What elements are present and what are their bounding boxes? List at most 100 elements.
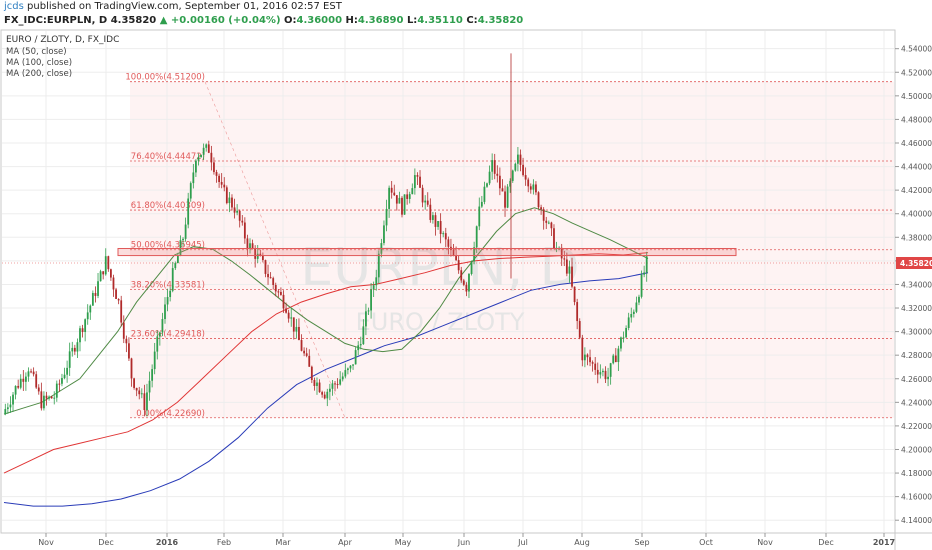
candle-body	[365, 311, 367, 327]
candle-body	[529, 186, 532, 190]
fib-label: 76.40%(4.44472)	[131, 152, 205, 162]
candle-body	[48, 396, 50, 399]
candle-body	[35, 374, 38, 388]
candle-body	[182, 238, 184, 241]
candle-body	[110, 269, 112, 278]
candle-body	[434, 215, 437, 227]
candle-body	[187, 198, 190, 225]
candle-body	[359, 344, 362, 346]
legend-ma50[interactable]: MA (50, close)	[6, 47, 67, 57]
candle-body	[215, 172, 218, 176]
candle-body	[233, 207, 236, 213]
candle-body	[30, 371, 32, 373]
fib-label: 100.00%(4.51200)	[125, 73, 205, 83]
candle-body	[22, 378, 25, 382]
candle-body	[620, 337, 622, 349]
y-tick-label: 4.40000	[901, 210, 932, 219]
candle-body	[238, 210, 241, 221]
candle-body	[501, 188, 504, 192]
candle-body	[576, 302, 579, 322]
candle-body	[84, 319, 87, 332]
x-tick-label: Jun	[457, 538, 471, 547]
candle-body	[352, 364, 354, 366]
y-tick-label: 4.38000	[901, 233, 932, 242]
candle-body	[97, 281, 99, 296]
candle-body	[493, 160, 496, 174]
candle-body	[465, 284, 468, 292]
resistance-zone[interactable]	[117, 247, 737, 257]
candle-body	[213, 162, 215, 173]
candle-body	[76, 342, 79, 352]
fib-label: 0.00%(4.22690)	[136, 409, 205, 419]
candle-body	[81, 328, 84, 332]
candle-body	[419, 176, 421, 188]
y-tick-label: 4.22000	[901, 422, 932, 431]
candle-body	[14, 385, 17, 395]
candle-body	[171, 268, 174, 291]
x-tick-label: Apr	[338, 538, 353, 547]
candle-body	[261, 255, 264, 261]
x-tick-label: Dec	[818, 538, 833, 547]
candle-body	[390, 187, 393, 193]
chart-title: EURO / ZLOTY, D, FX_IDC	[6, 35, 119, 45]
candle-body	[596, 369, 599, 375]
candle-body	[112, 277, 115, 290]
resistance-zone-box[interactable]	[117, 247, 737, 257]
candle-body	[241, 220, 244, 223]
x-tick-label: 2016	[156, 538, 179, 547]
price-chart[interactable]: EURPLN, D EURO / ZLOTY 100.00%(4.51200)7…	[0, 0, 932, 550]
candle-body	[120, 300, 123, 323]
candle-body	[602, 370, 604, 373]
legend-ma100[interactable]: MA (100, close)	[6, 58, 72, 68]
candle-body	[277, 291, 280, 293]
candle-body	[4, 409, 7, 415]
price-axis[interactable]: 4.54000 4.52000 4.50000 4.48000 4.46000 4.440…	[895, 45, 932, 526]
candle-body	[437, 221, 439, 227]
candle-body	[568, 266, 571, 274]
price-tag-label: 4.35820	[900, 259, 932, 268]
candle-body	[107, 256, 110, 270]
candle-body	[308, 355, 311, 367]
candle-body	[578, 321, 581, 338]
candle-body	[622, 337, 625, 339]
legend-ma200[interactable]: MA (200, close)	[6, 69, 72, 79]
candle-body	[310, 366, 313, 380]
candle-body	[413, 175, 416, 189]
candle-body	[511, 170, 514, 181]
candle-body	[401, 197, 403, 215]
candle-body	[403, 194, 406, 215]
candle-body	[19, 378, 22, 388]
candle-body	[385, 208, 388, 226]
fib-label: 61.80%(4.40309)	[131, 201, 205, 211]
candle-body	[542, 209, 545, 221]
candle-body	[470, 261, 473, 274]
candle-body	[336, 383, 339, 385]
candle-body	[58, 383, 61, 385]
candle-body	[583, 354, 586, 361]
candle-body	[357, 345, 360, 351]
candle-body	[156, 336, 159, 352]
candle-body	[468, 273, 470, 292]
x-tick-label: Sep	[634, 538, 649, 547]
y-tick-label: 4.30000	[901, 328, 932, 337]
candle-body	[429, 204, 432, 220]
candle-body	[130, 358, 133, 379]
candle-body	[498, 175, 501, 189]
time-axis[interactable]: Nov Dec 2016 Feb Mar Apr May Jun Jul Aug Sep Oct Nov…	[38, 533, 895, 547]
candle-body	[455, 255, 457, 261]
candle-body	[362, 326, 365, 345]
candle-body	[617, 348, 620, 363]
candle-body	[395, 195, 398, 204]
candle-body	[547, 222, 550, 224]
candle-body	[300, 340, 303, 351]
candle-body	[282, 294, 285, 309]
candle-body	[231, 197, 233, 208]
candle-body	[645, 256, 648, 273]
candle-body	[138, 390, 141, 395]
candle-body	[32, 371, 35, 375]
candle-body	[200, 154, 202, 158]
candle-body	[398, 197, 401, 204]
candle-body	[483, 186, 486, 202]
candle-body	[223, 184, 226, 188]
candle-body	[607, 376, 609, 380]
